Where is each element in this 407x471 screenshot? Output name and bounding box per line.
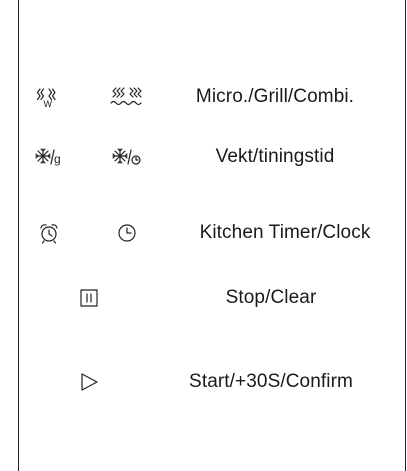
timer-clock-label: Kitchen Timer/Clock [199, 222, 371, 243]
timer-clock-button[interactable]: Kitchen Timer/Clock [19, 213, 405, 253]
start-confirm-button[interactable]: Start/+30S/Confirm [19, 362, 405, 402]
micro-grill-combi-button[interactable]: W Micro./Grill/Combi. [19, 77, 405, 117]
svg-text:g: g [54, 152, 61, 166]
alarm-clock-icon [38, 222, 60, 244]
stop-clear-button[interactable]: Stop/Clear [19, 278, 405, 318]
clock-icon [117, 223, 137, 243]
start-confirm-label: Start/+30S/Confirm [189, 371, 353, 392]
control-panel: W Micro./Grill/Combi. g Vekt/tiningstid … [18, 0, 406, 471]
stop-clear-label: Stop/Clear [225, 287, 317, 308]
weight-defrost-label: Vekt/tiningstid [215, 146, 335, 167]
defrost-time-icon [112, 146, 142, 168]
defrost-weight-icon: g [35, 146, 63, 168]
svg-text:W: W [44, 99, 53, 109]
microwave-w-icon: W [36, 85, 62, 109]
play-icon [79, 372, 99, 392]
weight-defrost-button[interactable]: g Vekt/tiningstid [19, 137, 405, 177]
micro-grill-combi-label: Micro./Grill/Combi. [195, 86, 355, 107]
grill-wave-icon [109, 85, 145, 109]
pause-icon [80, 289, 98, 307]
